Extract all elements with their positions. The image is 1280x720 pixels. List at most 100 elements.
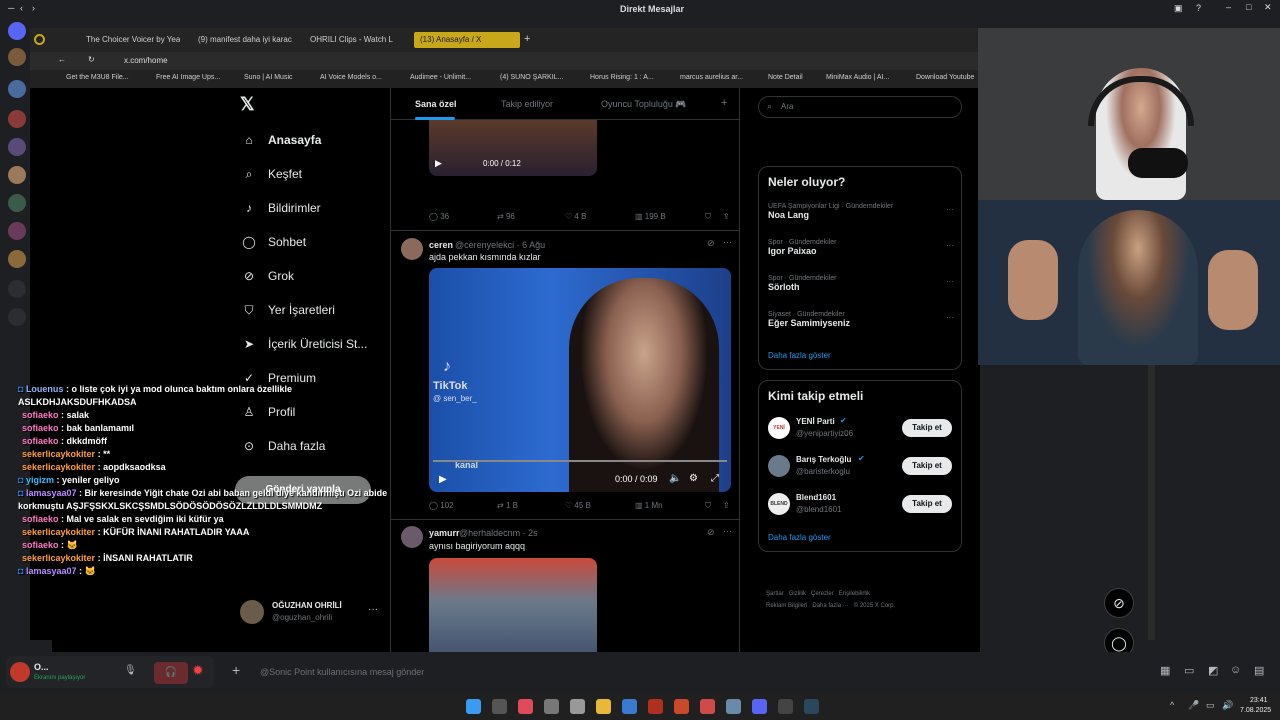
nav-grok[interactable]: ⊘ Grok <box>242 265 294 287</box>
bookmark-item[interactable]: Download Youtube <box>916 74 974 81</box>
browser-tab[interactable]: OHRILI Clips - Watch L <box>304 32 404 48</box>
music-icon[interactable] <box>518 699 533 714</box>
window-minimize-button[interactable]: – <box>1226 2 1231 12</box>
nav-explore[interactable]: ⌕ Keşfet <box>242 163 302 185</box>
post-avatar[interactable] <box>401 526 423 548</box>
discord-home-icon[interactable] <box>8 22 26 40</box>
search-box[interactable]: ⌕ Ara <box>758 96 962 118</box>
nav-chat[interactable]: ◯ Sohbet <box>242 231 306 253</box>
server-icon[interactable] <box>8 138 26 156</box>
volume-icon[interactable]: 🔈 <box>669 473 681 484</box>
like-icon[interactable]: ♡ 4 B <box>565 212 586 221</box>
follow-button[interactable]: Takip et <box>902 457 952 475</box>
bookmark-item[interactable]: Audimee - Unlimit... <box>410 74 471 81</box>
nav-home[interactable]: ⌂ Anasayfa <box>242 129 321 151</box>
add-tab-icon[interactable]: + <box>721 97 727 109</box>
follow-button[interactable]: Takip et <box>902 419 952 437</box>
arrow-left-icon[interactable]: ‹ <box>20 3 23 13</box>
grok-fab[interactable]: ⊘ <box>1104 588 1134 618</box>
microphone-icon[interactable]: 🎙 <box>124 665 137 676</box>
post-handle[interactable]: @cerenyelekci · 6 Ağu <box>455 240 545 250</box>
windows-start-icon[interactable] <box>466 699 481 714</box>
nav-creator-studio[interactable]: ➤ İçerik Üreticisi St... <box>242 333 367 355</box>
grok-icon[interactable]: ⊘ <box>707 527 715 538</box>
help-icon[interactable]: ? <box>1196 3 1201 13</box>
server-icon[interactable] <box>8 250 26 268</box>
show-more-link[interactable]: Daha fazla göster <box>768 351 831 360</box>
window-maximize-button[interactable]: □ <box>1246 2 1251 12</box>
repost-icon[interactable]: ⇄ 96 <box>497 212 515 221</box>
minimize-icon[interactable]: ─ <box>8 3 14 13</box>
repost-icon[interactable]: ⇄ 1 B <box>497 501 518 510</box>
window-close-button[interactable]: ✕ <box>1264 2 1272 13</box>
bookmark-item[interactable]: Free AI Image Ups... <box>156 74 220 81</box>
more-dots-icon[interactable]: ··· <box>946 313 954 322</box>
mail-icon[interactable] <box>622 699 637 714</box>
footer-link[interactable]: Çerezler <box>811 591 834 597</box>
share-icon[interactable]: ⇪ <box>723 212 730 221</box>
scrollbar[interactable] <box>1148 365 1155 640</box>
folder-icon[interactable] <box>596 699 611 714</box>
back-icon[interactable]: ← <box>58 55 66 64</box>
post-author[interactable]: yamurr <box>429 528 460 538</box>
post-handle[interactable]: @herhaldecnm · 2s <box>459 528 538 538</box>
bookmark-item[interactable]: Horus Rising: 1 : A... <box>590 74 654 81</box>
trend-item[interactable]: Spor · Gündemdekiler Igor Paixao ··· <box>768 239 954 265</box>
follow-button[interactable]: Takip et <box>902 495 952 513</box>
fullscreen-icon[interactable]: ⤢ <box>711 473 719 484</box>
search-icon[interactable] <box>492 699 507 714</box>
server-icon[interactable] <box>8 194 26 212</box>
volume-icon[interactable]: 🔊 <box>1222 700 1233 711</box>
gif-icon[interactable]: ▭ <box>1184 664 1194 677</box>
clock-date[interactable]: 7.08.2025 <box>1240 707 1271 714</box>
message-input[interactable]: @Sonic Point kullanıcısına mesaj gönder <box>260 667 424 677</box>
tab-gaming-community[interactable]: Oyuncu Topluluğu 🎮 <box>601 99 687 110</box>
tab-for-you[interactable]: Sana özel <box>415 99 457 109</box>
video-progress[interactable] <box>433 460 727 462</box>
gift-icon[interactable]: ▦ <box>1160 664 1170 677</box>
url-text[interactable]: x.com/home <box>124 56 168 65</box>
app-icon[interactable] <box>674 699 689 714</box>
browser-tab-active[interactable]: (13) Anasayfa / X <box>414 32 520 48</box>
bookmark-item[interactable]: Note Detail <box>768 74 803 81</box>
arrow-right-icon[interactable]: › <box>32 3 35 13</box>
more-dots-icon[interactable]: ··· <box>723 526 732 536</box>
emoji-icon[interactable]: ☺ <box>1230 664 1241 676</box>
attach-icon[interactable]: + <box>232 662 240 678</box>
nav-bookmarks[interactable]: ⛉ Yer İşaretleri <box>242 299 334 321</box>
sticker-icon[interactable]: ◩ <box>1208 664 1218 677</box>
discord-icon[interactable] <box>752 699 767 714</box>
follow-suggestion[interactable]: BLEND Blend1601 @blend1601 Takip et <box>768 491 954 519</box>
footer-link[interactable]: Şartlar <box>766 591 784 597</box>
bookmark-item[interactable]: (4) SUNO ŞARKIL... <box>500 74 563 81</box>
app-icon[interactable] <box>726 699 741 714</box>
settings-icon[interactable]: ✹ <box>192 662 204 679</box>
app-icon[interactable] <box>700 699 715 714</box>
account-switcher[interactable]: OĞUZHAN OHRİLİ @oguzhan_ohrili ··· <box>240 598 390 628</box>
more-dots-icon[interactable]: ··· <box>946 241 954 250</box>
views-icon[interactable]: ▥ 199 B <box>635 212 666 221</box>
video-player[interactable]: ♪ TikTok @ sen_ber_ kanal ▶ 0:00 / 0:09 … <box>429 268 731 492</box>
bookmark-item[interactable]: MiniMax Audio | AI... <box>826 74 889 81</box>
bookmark-icon[interactable]: ⛉ <box>705 501 711 511</box>
server-icon[interactable] <box>8 80 26 98</box>
settings-icon[interactable] <box>544 699 559 714</box>
server-icon[interactable] <box>8 166 26 184</box>
network-icon[interactable]: ▭ <box>1206 700 1215 711</box>
bookmark-item[interactable]: Suno | AI Music <box>244 74 293 81</box>
bookmark-item[interactable]: Get the M3U8 File... <box>66 74 129 81</box>
obs-icon[interactable] <box>778 699 793 714</box>
browser-icon[interactable] <box>648 699 663 714</box>
bookmark-item[interactable]: AI Voice Models o... <box>320 74 382 81</box>
grok-icon[interactable]: ⊘ <box>707 238 715 249</box>
more-dots-icon[interactable]: ··· <box>946 277 954 286</box>
video-thumbnail[interactable]: ▶ 0:00 / 0:12 <box>429 120 597 176</box>
browser-tab[interactable]: (9) manifest daha iyi karac <box>192 32 292 48</box>
follow-suggestion[interactable]: YENİ YENİ Parti ✔ @yenipartiyiz06 Takip … <box>768 415 954 443</box>
headphones-icon[interactable]: 🎧 <box>154 662 188 684</box>
footer-link[interactable]: Reklam Bilgileri <box>766 603 807 609</box>
show-more-link[interactable]: Daha fazla göster <box>768 533 831 542</box>
reply-icon[interactable]: ◯ 36 <box>429 212 449 221</box>
more-dots-icon[interactable]: ··· <box>723 237 732 247</box>
settings-icon[interactable]: ⚙ <box>689 473 698 484</box>
